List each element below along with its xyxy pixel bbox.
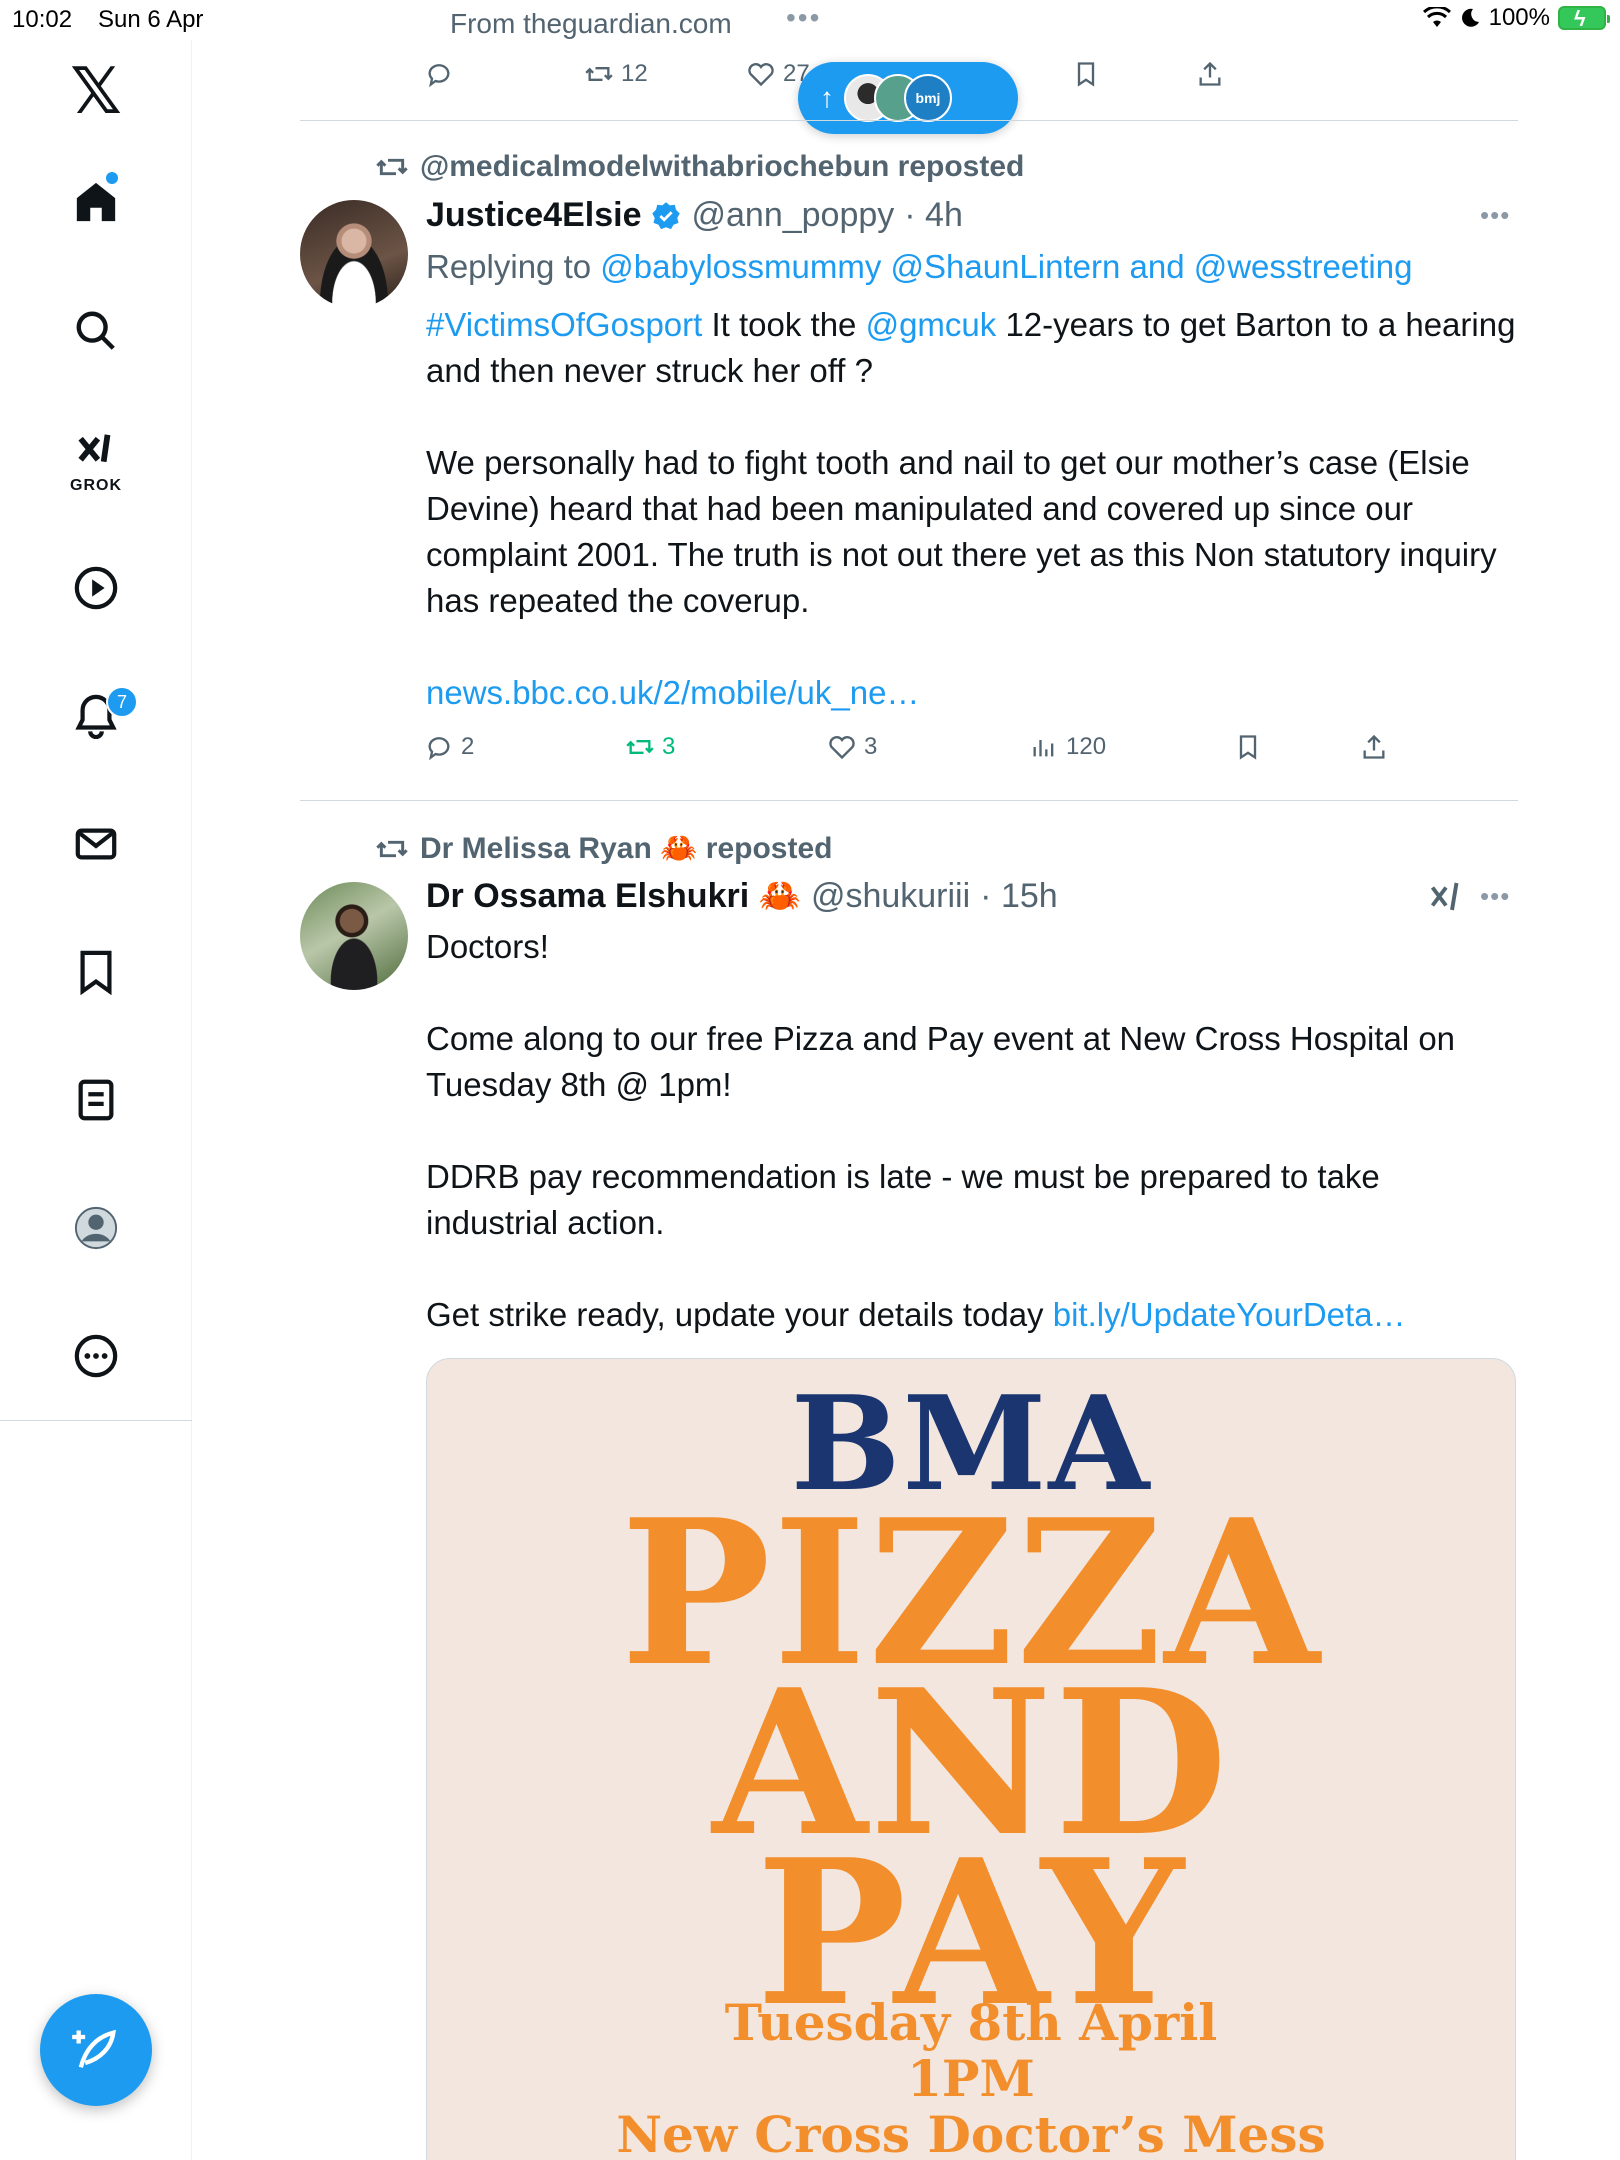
compose-icon — [72, 2029, 116, 2068]
multitask-dots[interactable]: ••• — [786, 2, 821, 34]
grok-label: GROK — [70, 477, 122, 494]
reply-button[interactable]: 2 — [425, 733, 474, 761]
repost-by-label: @medicalmodelwithabriochebun reposted — [420, 150, 1025, 183]
reply-icon — [428, 64, 450, 88]
retweet-count: 3 — [662, 733, 676, 760]
retweet-count: 12 — [621, 60, 648, 87]
more-icon[interactable] — [62, 1322, 130, 1390]
poster-line: Tuesday 8th April — [724, 1993, 1218, 2052]
external-link[interactable]: news.bbc.co.uk/2/mobile/uk_ne… — [426, 674, 919, 711]
retweet-icon — [376, 840, 408, 857]
verified-badge-icon — [652, 201, 681, 229]
tweet-paragraph: Come along to our free Pizza and Pay eve… — [426, 1020, 1456, 1103]
status-time: 10:02 — [12, 6, 73, 33]
replying-to-mentions[interactable]: @babylossmummy @ShaunLintern and @wesstr… — [600, 248, 1412, 285]
status-bar: 10:02 Sun 6 Apr From theguardian.com •••… — [0, 0, 1620, 40]
battery-percent: 100% — [1488, 4, 1550, 31]
tweet-divider — [300, 800, 1518, 801]
tweet-body: #VictimsOfGosport It took the @gmcuk 12-… — [426, 306, 1516, 711]
lists-icon[interactable] — [62, 1066, 130, 1134]
retweet-button[interactable]: 3 — [626, 733, 675, 761]
repost-indicator[interactable]: @medicalmodelwithabriochebun reposted — [376, 150, 1024, 184]
messages-icon[interactable] — [62, 810, 130, 878]
tweet-body: Doctors! Come along to our free Pizza an… — [426, 924, 1516, 1338]
home-icon[interactable] — [62, 168, 130, 236]
heart-icon — [748, 63, 774, 87]
like-button[interactable]: 3 — [828, 733, 877, 761]
share-icon — [1363, 734, 1385, 759]
reply-count: 2 — [461, 733, 475, 760]
more-options-icon[interactable]: ••• — [1480, 881, 1510, 912]
bookmark-button[interactable] — [1072, 60, 1100, 88]
new-posts-pill[interactable]: ↑ bmj — [798, 62, 1018, 134]
replying-to: Replying to @babylossmummy @ShaunLintern… — [426, 248, 1413, 285]
sidebar-divider — [0, 1420, 192, 1421]
moon-icon — [1461, 8, 1479, 27]
compose-button[interactable] — [40, 1994, 152, 2106]
reply-button[interactable] — [425, 60, 453, 88]
bookmark-icon — [1239, 735, 1257, 760]
source-app-label[interactable]: From theguardian.com — [450, 8, 732, 40]
tweet-header: Dr Ossama Elshukri 🦀 @shukuriii · 15h — [426, 876, 1058, 916]
share-button[interactable] — [1360, 733, 1388, 761]
share-icon — [1199, 61, 1221, 86]
retweet-icon — [626, 740, 654, 754]
hashtag-link[interactable]: #VictimsOfGosport — [426, 306, 702, 343]
bookmark-button[interactable] — [1234, 733, 1262, 761]
home-unread-dot — [106, 172, 118, 184]
bookmarks-icon[interactable] — [62, 938, 130, 1006]
timestamp[interactable]: · 4h — [904, 196, 963, 235]
share-button[interactable] — [1196, 60, 1224, 88]
battery-icon: ϟ — [1558, 6, 1610, 31]
avatar[interactable] — [300, 200, 408, 308]
timestamp[interactable]: · 15h — [980, 877, 1058, 916]
profile-icon[interactable] — [62, 1194, 130, 1262]
mention-link[interactable]: @gmcuk — [866, 306, 997, 343]
notifications-badge: 7 — [106, 686, 138, 718]
video-icon[interactable] — [62, 554, 130, 622]
handle[interactable]: @shukuriii — [811, 877, 970, 916]
tweet-paragraph: We personally had to fight tooth and nai… — [426, 444, 1497, 619]
status-right: 100% ϟ — [1422, 4, 1610, 32]
analytics-icon — [1033, 740, 1054, 757]
display-name[interactable]: Justice4Elsie — [426, 196, 641, 235]
views-count: 120 — [1066, 733, 1107, 760]
heart-icon — [829, 736, 855, 760]
avatar[interactable] — [300, 882, 408, 990]
bookmark-icon — [1077, 62, 1095, 87]
display-name[interactable]: Dr Ossama Elshukri 🦀 — [426, 876, 801, 916]
more-options-icon[interactable]: ••• — [1480, 200, 1510, 231]
handle[interactable]: @ann_poppy — [691, 196, 894, 235]
tweet-media-image[interactable]: BMA PIZZA AND PAY Tuesday 8th April 1PM … — [426, 1358, 1516, 2160]
tweet-paragraph: DDRB pay recommendation is late - we mus… — [426, 1158, 1380, 1241]
retweet-icon — [376, 158, 408, 176]
x-logo-icon[interactable]: 𝕏 — [66, 60, 126, 124]
repost-by-label: Dr Melissa Ryan 🦀 reposted — [420, 832, 833, 865]
poster-line: New Cross Doctor’s Mess — [616, 2105, 1326, 2160]
search-icon[interactable] — [62, 297, 130, 365]
external-link[interactable]: bit.ly/UpdateYourDeta… — [1053, 1296, 1406, 1333]
tweet-paragraph: Doctors! — [426, 928, 549, 965]
grok-icon[interactable] — [1428, 880, 1464, 916]
wifi-icon — [1422, 7, 1451, 27]
status-date: Sun 6 Apr — [98, 6, 204, 33]
like-count: 3 — [864, 733, 878, 760]
tweet-header: Justice4Elsie @ann_poppy · 4h — [426, 196, 963, 235]
retweet-button[interactable]: 12 — [585, 60, 648, 88]
tweet-divider — [300, 120, 1518, 121]
views-button[interactable]: 120 — [1030, 733, 1106, 761]
pill-avatar-bmj: bmj — [904, 74, 952, 122]
repost-indicator[interactable]: Dr Melissa Ryan 🦀 reposted — [376, 831, 833, 866]
arrow-up-icon: ↑ — [820, 82, 834, 113]
retweet-icon — [585, 67, 613, 81]
poster-line: 1PM — [907, 2049, 1035, 2108]
reply-icon — [428, 737, 450, 761]
